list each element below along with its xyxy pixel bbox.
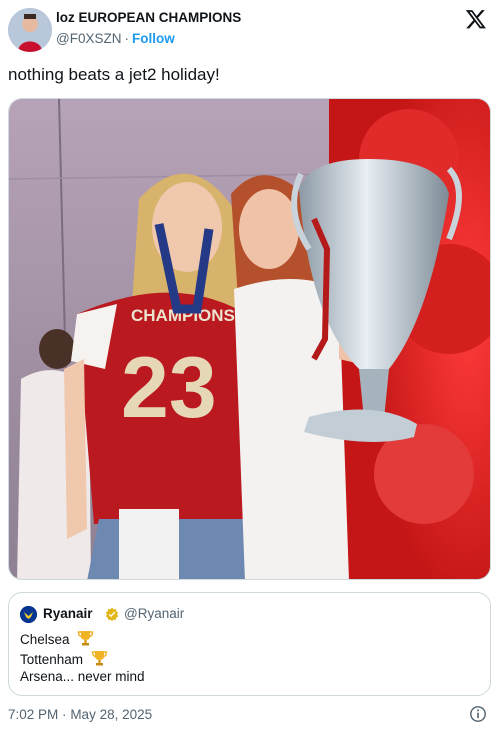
tweet-header: loz EUROPEAN CHAMPIONS @F0XSZN · Follow <box>0 0 497 56</box>
quote-line-3: Arsena... never mind <box>20 669 145 684</box>
handle-separator: · <box>124 31 129 46</box>
tweet-date[interactable]: May 28, 2025 <box>70 707 152 722</box>
photo-illustration: CHAMPIONS 23 <box>9 99 490 579</box>
author-handle-row: @F0XSZN · Follow <box>56 31 175 46</box>
x-logo-icon[interactable] <box>465 8 487 30</box>
tweet-time[interactable]: 7:02 PM <box>8 707 58 722</box>
quote-line-text: Chelsea <box>20 632 70 647</box>
quote-line-text: Arsena... never mind <box>20 669 145 684</box>
tweet-text: nothing beats a jet2 holiday! <box>8 65 220 84</box>
tweet-photo[interactable]: CHAMPIONS 23 <box>8 98 491 580</box>
quote-line-1: Chelsea <box>20 630 94 647</box>
timestamp-separator: · <box>62 707 67 722</box>
quoted-author-handle[interactable]: @Ryanair <box>124 606 184 621</box>
jersey-number: 23 <box>121 340 217 436</box>
author-avatar[interactable] <box>8 8 52 52</box>
quoted-author-name[interactable]: Ryanair <box>43 606 93 621</box>
quote-line-text: Tottenham <box>20 652 84 667</box>
author-display-name[interactable]: loz EUROPEAN CHAMPIONS <box>56 10 241 25</box>
author-handle[interactable]: @F0XSZN <box>56 31 121 46</box>
quote-line-2: Tottenham <box>20 650 108 667</box>
info-icon[interactable] <box>469 705 487 723</box>
follow-button[interactable]: Follow <box>132 31 175 46</box>
quoted-tweet[interactable]: Ryanair @Ryanair Chelsea Tottenham Arsen… <box>8 592 491 696</box>
tweet-timestamp[interactable]: 7:02 PM · May 28, 2025 <box>8 707 152 722</box>
ryanair-avatar[interactable] <box>20 606 37 623</box>
verified-badge-icon <box>105 607 119 621</box>
trophy-icon <box>78 631 94 646</box>
trophy-icon <box>91 651 108 666</box>
